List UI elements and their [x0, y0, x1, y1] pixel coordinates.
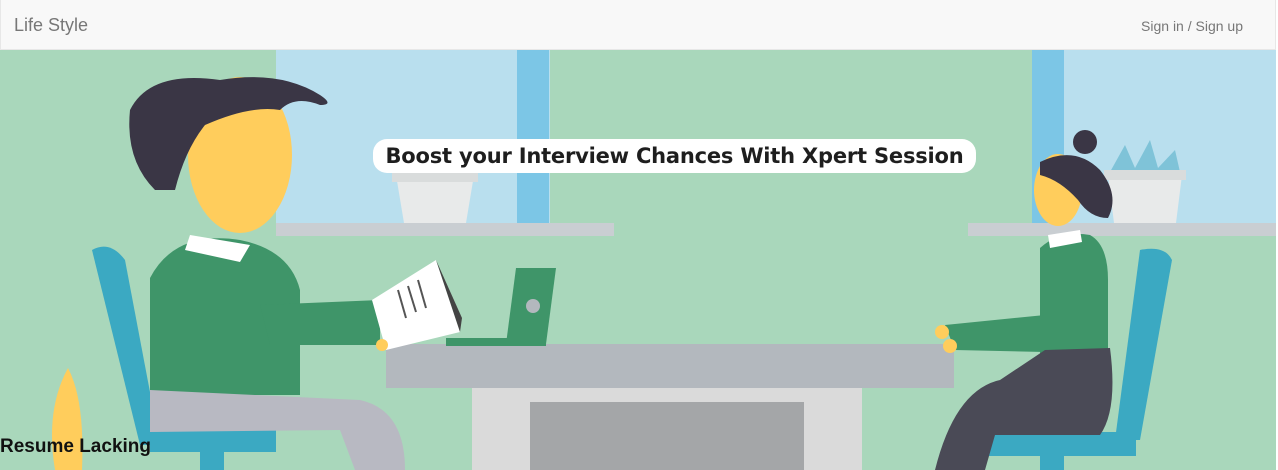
sign-in-sign-up-link[interactable]: Sign in / Sign up [1141, 17, 1243, 35]
hero-banner: Boost your Interview Chances With Xpert … [0, 50, 1276, 470]
section-title: Resume Lacking [0, 436, 151, 457]
banner-headline: Boost your Interview Chances With Xpert … [373, 139, 976, 173]
brand-link[interactable]: Life Style [14, 15, 88, 35]
navbar: Life Style Sign in / Sign up [0, 0, 1276, 50]
interview-illustration [0, 50, 1276, 470]
